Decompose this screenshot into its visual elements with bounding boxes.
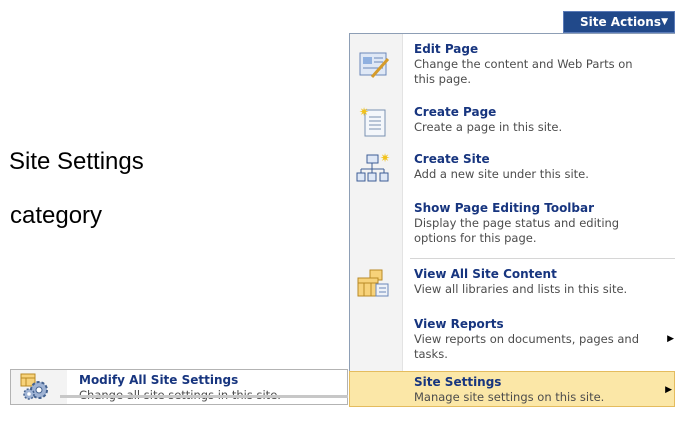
menu-item-title: Site Settings xyxy=(414,375,502,389)
menu-item-desc: Change the content and Web Parts on this… xyxy=(414,57,633,86)
menu-item-show-toolbar[interactable]: Show Page Editing Toolbar Display the pa… xyxy=(350,198,675,254)
menu-item-create-page[interactable]: ✷ Create Page Create a page in this site… xyxy=(350,102,675,142)
menu-item-edit-page[interactable]: Edit Page Change the content and Web Par… xyxy=(350,39,675,95)
view-all-content-icon xyxy=(357,269,389,297)
menu-item-create-site[interactable]: ✷ Create Site Add a new site under this … xyxy=(350,149,675,189)
menu-item-desc: Manage site settings on this site. xyxy=(414,390,605,404)
svg-text:✷: ✷ xyxy=(380,151,390,165)
menu-item-desc: Display the page status and editing opti… xyxy=(414,216,620,245)
site-actions-button[interactable]: Site Actions ▼ xyxy=(563,11,675,33)
menu-item-desc: Create a page in this site. xyxy=(414,120,563,134)
menu-item-desc: Add a new site under this site. xyxy=(414,167,589,181)
site-actions-menu: Edit Page Change the content and Web Par… xyxy=(349,33,675,392)
menu-item-view-reports[interactable]: View Reports View reports on documents, … xyxy=(350,314,675,370)
svg-text:✷: ✷ xyxy=(359,105,369,119)
create-page-icon: ✷ xyxy=(359,105,386,137)
create-site-icon: ✷ xyxy=(356,151,390,182)
annotation-site-settings: Site Settings xyxy=(9,148,144,175)
annotation-category: category xyxy=(10,202,103,229)
menu-item-title: View All Site Content xyxy=(414,267,557,281)
menu-item-site-settings-highlight[interactable]: Site Settings Manage site settings on th… xyxy=(349,371,675,407)
site-settings-gear-icon xyxy=(20,373,48,400)
menu-item-desc: View reports on documents, pages and tas… xyxy=(414,332,640,361)
edit-page-icon xyxy=(359,52,390,78)
submenu-bottom-edge xyxy=(60,395,348,398)
submenu-arrow-icon: ▶ xyxy=(665,385,672,395)
site-actions-label: Site Actions xyxy=(580,15,661,29)
submenu-item-title[interactable]: Modify All Site Settings xyxy=(79,373,238,387)
menu-item-view-all-content[interactable]: View All Site Content View all libraries… xyxy=(350,264,675,304)
menu-item-title: Create Page xyxy=(414,105,497,119)
menu-item-title: View Reports xyxy=(414,317,504,331)
chevron-down-icon: ▼ xyxy=(661,17,668,27)
menu-item-desc: View all libraries and lists in this sit… xyxy=(414,282,628,296)
menu-item-title: Show Page Editing Toolbar xyxy=(414,201,595,215)
site-settings-submenu: Modify All Site Settings Change all site… xyxy=(10,369,348,405)
submenu-arrow-icon: ▶ xyxy=(667,334,674,344)
menu-item-title: Edit Page xyxy=(414,42,479,56)
menu-item-title: Create Site xyxy=(414,152,490,166)
menu-separator xyxy=(410,258,675,259)
